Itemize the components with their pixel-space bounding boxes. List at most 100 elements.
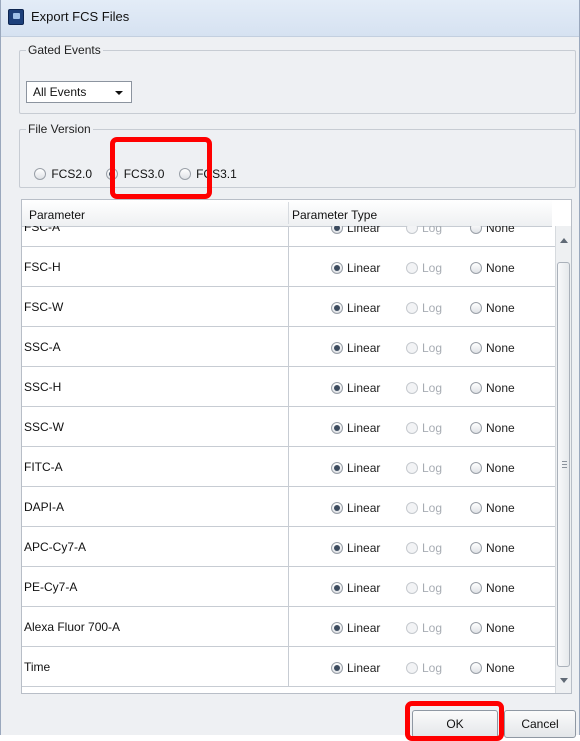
radio-selected-icon — [331, 661, 343, 674]
chevron-down-icon — [115, 91, 123, 95]
radio-label: None — [486, 260, 515, 275]
radio-none[interactable]: None — [470, 300, 515, 315]
column-header-parameter-type: Parameter Type — [292, 208, 378, 222]
radio-none[interactable]: None — [470, 380, 515, 395]
radio-circle-icon — [406, 461, 418, 474]
radio-linear[interactable]: Linear — [331, 340, 380, 355]
radio-log: Log — [406, 300, 442, 315]
gated-events-legend: Gated Events — [28, 43, 101, 57]
radio-label: None — [486, 460, 515, 475]
table-row: Time Linear Log None — [22, 647, 555, 687]
scroll-up-arrow-icon[interactable] — [560, 238, 568, 243]
radio-selected-icon — [331, 421, 343, 434]
table-row: APC-Cy7-A Linear Log None — [22, 527, 555, 567]
radio-linear[interactable]: Linear — [331, 380, 380, 395]
table-row: PE-Cy7-A Linear Log None — [22, 567, 555, 607]
gated-events-select[interactable]: All Events — [26, 81, 132, 103]
column-divider — [288, 327, 289, 366]
radio-linear[interactable]: Linear — [331, 540, 380, 555]
parameter-name: APC-Cy7-A — [24, 540, 87, 554]
radio-linear[interactable]: Linear — [331, 260, 380, 275]
radio-log: Log — [406, 540, 442, 555]
radio-label: Linear — [347, 420, 381, 435]
grip-line — [562, 461, 567, 462]
vertical-scrollbar[interactable] — [555, 226, 571, 693]
radio-log: Log — [406, 580, 442, 595]
radio-none[interactable]: None — [470, 540, 515, 555]
radio-label: Log — [422, 460, 443, 475]
radio-linear[interactable]: Linear — [331, 500, 380, 515]
parameter-name: Time — [24, 660, 51, 674]
table-body: FSC-A Linear Log None FSC-H Linear Log None FSC-… — [22, 226, 555, 693]
radio-none[interactable]: None — [470, 580, 515, 595]
radio-circle-icon — [470, 261, 482, 274]
column-divider — [288, 407, 289, 446]
radio-none[interactable]: None — [470, 420, 515, 435]
parameter-name: SSC-A — [24, 340, 61, 354]
radio-selected-icon — [331, 226, 343, 234]
radio-label: Log — [422, 580, 443, 595]
cancel-button[interactable]: Cancel — [504, 710, 576, 738]
radio-linear[interactable]: Linear — [331, 300, 380, 315]
radio-linear[interactable]: Linear — [331, 660, 380, 675]
radio-linear[interactable]: Linear — [331, 460, 380, 475]
radio-none[interactable]: None — [470, 500, 515, 515]
radio-linear[interactable]: Linear — [331, 226, 380, 235]
header-divider — [288, 202, 289, 224]
app-icon — [8, 9, 24, 25]
scroll-down-arrow-icon[interactable] — [560, 678, 568, 683]
radio-label: Linear — [347, 660, 381, 675]
parameter-name: FSC-H — [24, 260, 61, 274]
column-divider — [288, 527, 289, 566]
grip-line — [562, 464, 567, 465]
radio-circle-icon — [406, 421, 418, 434]
radio-circle-icon — [470, 541, 482, 554]
radio-log: Log — [406, 620, 442, 635]
radio-none[interactable]: None — [470, 260, 515, 275]
radio-label: Log — [422, 380, 443, 395]
radio-log: Log — [406, 420, 442, 435]
radio-circle-icon — [406, 226, 418, 234]
radio-circle-icon — [470, 461, 482, 474]
radio-label: Linear — [347, 620, 381, 635]
column-divider — [288, 367, 289, 406]
parameter-name: PE-Cy7-A — [24, 580, 78, 594]
table-row: SSC-H Linear Log None — [22, 367, 555, 407]
radio-selected-icon — [331, 621, 343, 634]
radio-label: None — [486, 660, 515, 675]
radio-circle-icon — [406, 381, 418, 394]
radio-label: None — [486, 380, 515, 395]
parameter-name: DAPI-A — [24, 500, 65, 514]
radio-label: Linear — [347, 580, 381, 595]
radio-linear[interactable]: Linear — [331, 420, 380, 435]
radio-circle-icon — [406, 341, 418, 354]
radio-circle-icon — [470, 421, 482, 434]
radio-label: Linear — [347, 540, 381, 555]
radio-log: Log — [406, 260, 442, 275]
table-rows: FSC-A Linear Log None FSC-H Linear Log None FSC-… — [22, 226, 555, 687]
radio-fcs20[interactable]: FCS2.0 — [34, 166, 92, 181]
radio-log: Log — [406, 500, 442, 515]
radio-none[interactable]: None — [470, 460, 515, 475]
radio-label: Linear — [347, 300, 381, 315]
radio-label: None — [486, 300, 515, 315]
radio-circle-icon — [470, 301, 482, 314]
radio-circle-icon — [470, 501, 482, 514]
radio-none[interactable]: None — [470, 340, 515, 355]
scrollbar-thumb[interactable] — [557, 262, 570, 667]
radio-label: None — [486, 340, 515, 355]
radio-none[interactable]: None — [470, 620, 515, 635]
radio-linear[interactable]: Linear — [331, 580, 380, 595]
radio-label: Log — [422, 620, 443, 635]
radio-circle-icon — [470, 226, 482, 234]
radio-linear[interactable]: Linear — [331, 620, 380, 635]
table-header: Parameter Parameter Type — [22, 200, 552, 227]
radio-selected-icon — [331, 301, 343, 314]
parameter-name: FITC-A — [24, 460, 63, 474]
table-row: FITC-A Linear Log None — [22, 447, 555, 487]
radio-none[interactable]: None — [470, 660, 515, 675]
radio-label: Log — [422, 540, 443, 555]
radio-label: Linear — [347, 380, 381, 395]
gated-events-value: All Events — [33, 85, 87, 99]
radio-none[interactable]: None — [470, 226, 515, 235]
